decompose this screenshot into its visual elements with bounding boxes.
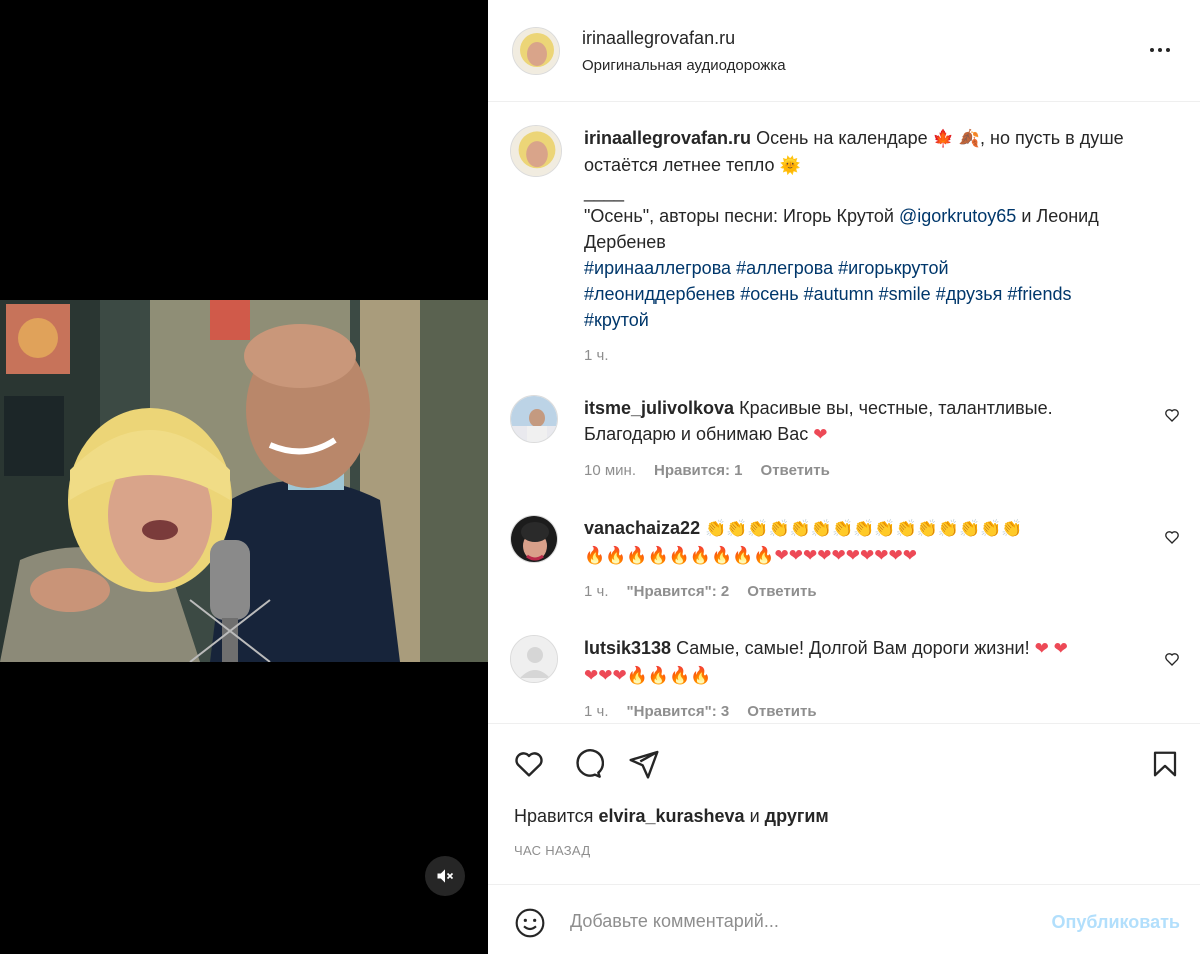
maple-leaf-icon: 🍁 bbox=[932, 129, 954, 148]
share-send-icon[interactable] bbox=[628, 748, 660, 780]
sun-icon: 🌞 bbox=[779, 156, 801, 175]
publish-button[interactable]: Опубликовать bbox=[1051, 912, 1180, 933]
hashtag-link[interactable]: #друзья bbox=[936, 284, 1003, 304]
hashtag-link[interactable]: #игорькрутой bbox=[838, 258, 948, 278]
caption-time: 1 ч. bbox=[584, 347, 609, 364]
comment-likes-count[interactable]: Нравится: 1 bbox=[654, 458, 743, 484]
comment-body: vanachaiza22 👏👏👏👏👏👏👏👏👏👏👏👏👏👏👏 🔥🔥🔥🔥🔥🔥🔥🔥🔥❤❤… bbox=[584, 515, 1134, 605]
likes-and: и bbox=[749, 806, 760, 826]
avatar-image bbox=[513, 28, 559, 74]
hashtag-link[interactable]: #аллегрова bbox=[736, 258, 833, 278]
emoji-row: ❤❤❤🔥🔥🔥🔥 bbox=[584, 662, 1134, 689]
author-avatar[interactable] bbox=[512, 27, 560, 75]
comment-text: Самые, самые! Долгой Вам дороги жизни! bbox=[676, 638, 1030, 658]
comment-likes-count[interactable]: "Нравится": 3 bbox=[627, 699, 730, 723]
commenter-username[interactable]: itsme_julivolkova bbox=[584, 398, 734, 418]
red-heart-icon: ❤❤❤ bbox=[584, 666, 627, 685]
video-frame[interactable] bbox=[0, 300, 488, 662]
hashtag-link[interactable]: #иринааллегрова bbox=[584, 258, 731, 278]
comment-bubble-icon[interactable] bbox=[570, 748, 604, 780]
caption-credits-text: "Осень", авторы песни: Игорь Крутой bbox=[584, 206, 894, 226]
like-heart-icon[interactable] bbox=[512, 748, 546, 780]
liker-username[interactable]: elvira_kurasheva bbox=[598, 806, 744, 826]
mention-link[interactable]: @igorkrutoy65 bbox=[899, 206, 1016, 226]
comments-section[interactable]: irinaallegrovafan.ru Осень на календаре … bbox=[488, 103, 1200, 723]
emoji-row: 🔥🔥🔥🔥🔥🔥🔥🔥🔥❤❤❤❤❤❤❤❤❤❤ bbox=[584, 542, 1134, 569]
likes-summary: Нравится elvira_kurasheva и другим bbox=[514, 806, 829, 827]
fire-icon: 🔥🔥🔥🔥 bbox=[626, 666, 712, 685]
red-heart-icon: ❤ ❤ bbox=[1034, 639, 1068, 658]
emoji-smiley-icon[interactable] bbox=[514, 907, 546, 939]
commenter-avatar[interactable] bbox=[510, 395, 558, 443]
commenter-avatar[interactable] bbox=[510, 635, 558, 683]
post-actions bbox=[488, 723, 1200, 883]
dot-icon bbox=[1150, 48, 1154, 52]
avatar-image bbox=[511, 516, 557, 562]
hashtag-list: #иринааллегрова #аллегрова #игорькрутой … bbox=[584, 255, 1180, 333]
volume-off-icon bbox=[437, 869, 454, 883]
comment-time: 1 ч. bbox=[584, 583, 609, 600]
red-heart-icon: ❤ bbox=[813, 425, 828, 444]
caption-text: irinaallegrovafan.ru Осень на календаре … bbox=[584, 125, 1180, 369]
leaves-icon: 🍂 bbox=[958, 129, 981, 148]
fire-icon: 🔥🔥🔥🔥🔥🔥🔥🔥🔥 bbox=[584, 546, 775, 565]
hashtag-link[interactable]: #autumn bbox=[804, 284, 874, 304]
hashtag-link[interactable]: #крутой bbox=[584, 310, 649, 330]
audio-label[interactable]: Оригинальная аудиодорожка bbox=[582, 57, 786, 74]
caption-text-part: Осень на календаре bbox=[756, 128, 928, 148]
commenter-avatar[interactable] bbox=[510, 515, 558, 563]
default-avatar-icon bbox=[511, 636, 557, 682]
mute-toggle-button[interactable] bbox=[425, 856, 465, 896]
commenter-username[interactable]: lutsik3138 bbox=[584, 638, 671, 658]
comment-meta: 1 ч. "Нравится": 3 Ответить bbox=[584, 699, 1134, 723]
post-panel: irinaallegrovafan.ru Оригинальная аудиод… bbox=[488, 0, 1200, 954]
like-comment-heart-icon[interactable] bbox=[1164, 651, 1180, 667]
likes-others-link[interactable]: другим bbox=[765, 806, 829, 826]
hashtag-link[interactable]: #smile bbox=[879, 284, 931, 304]
comment-likes-count[interactable]: "Нравится": 2 bbox=[627, 579, 730, 605]
comment-body: itsme_julivolkova Красивые вы, честные, … bbox=[584, 395, 1134, 484]
reply-button[interactable]: Ответить bbox=[747, 579, 816, 605]
commenter-username[interactable]: vanachaiza22 bbox=[584, 518, 700, 538]
like-comment-heart-icon[interactable] bbox=[1164, 529, 1180, 545]
video-pane[interactable] bbox=[0, 0, 488, 954]
comment-time: 10 мин. bbox=[584, 462, 636, 479]
comment-input[interactable] bbox=[570, 903, 1030, 939]
save-bookmark-icon[interactable] bbox=[1150, 748, 1180, 780]
caption-username[interactable]: irinaallegrovafan.ru bbox=[584, 128, 751, 148]
video-still-image bbox=[0, 300, 488, 662]
caption-avatar[interactable] bbox=[510, 125, 562, 177]
reply-button[interactable]: Ответить bbox=[747, 699, 816, 723]
comment-meta: 1 ч. "Нравится": 2 Ответить bbox=[584, 579, 1134, 605]
post-header: irinaallegrovafan.ru Оригинальная аудиод… bbox=[488, 0, 1200, 102]
reply-button[interactable]: Ответить bbox=[761, 458, 830, 484]
avatar-image bbox=[511, 126, 561, 176]
comment-time: 1 ч. bbox=[584, 703, 609, 720]
author-username[interactable]: irinaallegrovafan.ru bbox=[582, 28, 735, 49]
hashtag-link[interactable]: #леониддербенев bbox=[584, 284, 735, 304]
caption-separator: ____ bbox=[584, 182, 625, 202]
dot-icon bbox=[1166, 48, 1170, 52]
hashtag-link[interactable]: #осень bbox=[740, 284, 798, 304]
post-time-ago: ЧАС НАЗАД bbox=[514, 843, 591, 858]
like-comment-heart-icon[interactable] bbox=[1164, 407, 1180, 423]
comment-meta: 10 мин. Нравится: 1 Ответить bbox=[584, 458, 1134, 484]
comment-body: lutsik3138 Самые, самые! Долгой Вам доро… bbox=[584, 635, 1134, 723]
add-comment-bar: Опубликовать bbox=[488, 884, 1200, 954]
avatar-image bbox=[511, 396, 557, 442]
dot-icon bbox=[1158, 48, 1162, 52]
red-heart-icon: ❤❤❤❤❤❤❤❤❤❤ bbox=[774, 546, 917, 565]
clapping-hands-icon: 👏👏👏👏👏👏👏👏👏👏👏👏👏👏👏 bbox=[705, 519, 1023, 538]
more-options-button[interactable] bbox=[1146, 40, 1174, 60]
caption-credits: "Осень", авторы песни: Игорь Крутой @igo… bbox=[584, 203, 1180, 255]
hashtag-link[interactable]: #friends bbox=[1007, 284, 1071, 304]
likes-prefix: Нравится bbox=[514, 806, 594, 826]
